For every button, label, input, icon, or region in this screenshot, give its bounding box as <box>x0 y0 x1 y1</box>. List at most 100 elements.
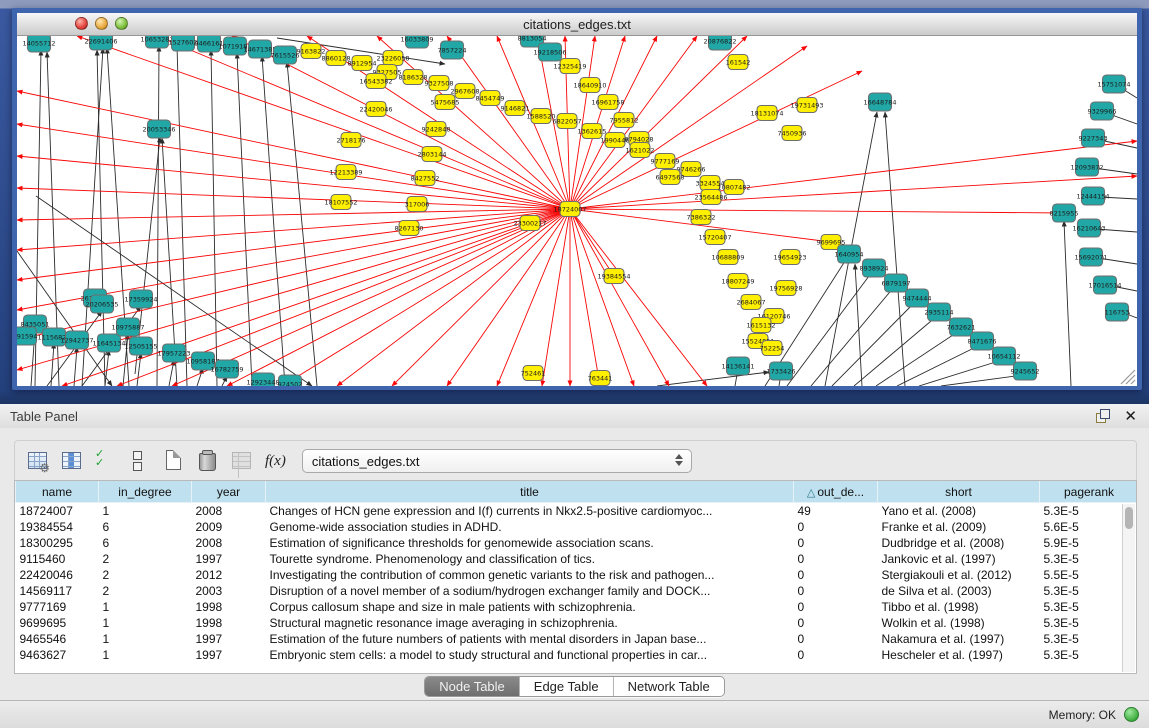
graph-node[interactable]: 8267130 <box>395 221 424 236</box>
graph-node[interactable]: 16210643 <box>1072 219 1105 237</box>
graph-node[interactable]: 7857224 <box>438 41 467 59</box>
column-header-name[interactable]: name <box>16 481 99 503</box>
close-window-icon[interactable] <box>75 17 88 30</box>
graph-node[interactable]: 17359924 <box>124 290 157 308</box>
node-table[interactable]: namein_degreeyeartitle△out_de...shortpag… <box>14 480 1137 674</box>
graph-node[interactable]: 8427552 <box>411 171 440 186</box>
graph-node[interactable]: 11645134 <box>92 334 125 352</box>
table-row[interactable]: 2242004622012Investigating the contribut… <box>16 567 1138 583</box>
graph-node[interactable]: 9329966 <box>1088 102 1117 120</box>
graph-node[interactable]: 1527602 <box>169 36 198 51</box>
graph-node[interactable]: 7386322 <box>687 210 716 225</box>
graph-node[interactable]: 16648784 <box>863 93 896 111</box>
graph-node[interactable]: 12505155 <box>124 337 157 355</box>
graph-node[interactable]: 2684067 <box>737 295 766 310</box>
table-row[interactable]: 1456911722003Disruption of a novel membe… <box>16 583 1138 599</box>
graph-node[interactable]: 7615526 <box>271 46 300 64</box>
network-view-window[interactable]: citations_edges.txt 14055712226914061065… <box>12 8 1142 390</box>
graph-node[interactable]: 1615132 <box>747 318 776 333</box>
graph-node[interactable]: 23564486 <box>694 190 727 205</box>
graph-node[interactable]: 161542 <box>726 55 751 70</box>
tab-network-table[interactable]: Network Table <box>614 677 724 696</box>
column-header-out_degree[interactable]: △out_de... <box>794 481 878 503</box>
table-row[interactable]: 946554611997Estimation of the future num… <box>16 631 1138 647</box>
graph-node[interactable]: 20206535 <box>85 295 118 313</box>
graph-node[interactable]: 12093872 <box>1070 158 1103 176</box>
graph-node[interactable]: 20876822 <box>703 36 736 50</box>
graph-node[interactable]: 18107552 <box>324 195 357 210</box>
graph-node[interactable]: 9245652 <box>1011 362 1040 380</box>
graph-node[interactable]: 1733426 <box>767 362 796 380</box>
graph-node[interactable]: 1588520 <box>527 109 556 124</box>
graph-node[interactable]: 752254 <box>760 341 785 356</box>
graph-node[interactable]: 18131074 <box>750 106 783 121</box>
table-row[interactable]: 1938455462009Genome-wide association stu… <box>16 519 1138 535</box>
select-all-columns-icon[interactable] <box>95 450 117 472</box>
column-header-pagerank[interactable]: pagerank <box>1040 481 1138 503</box>
table-selector-dropdown[interactable]: citations_edges.txt <box>302 449 692 473</box>
graph-node[interactable]: 23300217 <box>513 216 546 231</box>
graph-node[interactable]: 9777169 <box>651 154 680 169</box>
tab-edge-table[interactable]: Edge Table <box>520 677 614 696</box>
network-canvas[interactable]: 1405571222691406106532871527602946616110… <box>17 36 1137 386</box>
graph-node[interactable]: 19756928 <box>769 281 802 296</box>
graph-node[interactable]: 15751074 <box>1097 75 1130 93</box>
graph-node[interactable]: 8454749 <box>476 91 505 106</box>
graph-node[interactable]: 1621022 <box>626 143 655 158</box>
graph-node[interactable]: 18807249 <box>721 274 754 289</box>
graph-node[interactable]: 391594 <box>17 327 37 345</box>
column-header-in_degree[interactable]: in_degree <box>99 481 192 503</box>
graph-node[interactable]: 2935114 <box>925 303 954 321</box>
graph-node[interactable]: 6822057 <box>553 114 582 129</box>
column-header-year[interactable]: year <box>192 481 266 503</box>
graph-node[interactable]: 17016514 <box>1088 276 1121 294</box>
table-row[interactable]: 911546021997Tourette syndrome. Phenomeno… <box>16 551 1138 567</box>
graph-node[interactable]: 763441 <box>588 371 613 386</box>
graph-node[interactable]: 924502 <box>278 375 303 386</box>
memory-status-icon[interactable] <box>1124 707 1139 722</box>
graph-node[interactable]: 22691406 <box>84 36 117 50</box>
delete-column-icon[interactable] <box>197 450 219 472</box>
table-row[interactable]: 1830029562008Estimation of significance … <box>16 535 1138 551</box>
close-panel-icon[interactable]: ✕ <box>1124 409 1137 424</box>
graph-node[interactable]: 16961758 <box>591 95 624 110</box>
graph-node[interactable]: 10688809 <box>711 250 744 265</box>
show-columns-icon[interactable] <box>61 450 83 472</box>
graph-node[interactable]: 8860128 <box>322 51 351 66</box>
canvas-resize-grip-icon[interactable] <box>1121 370 1135 384</box>
table-scrollbar[interactable] <box>1122 504 1135 672</box>
graph-node[interactable]: 23226058 <box>376 51 409 66</box>
graph-node[interactable]: 14136141 <box>721 357 754 375</box>
graph-node[interactable]: 18640910 <box>573 78 606 93</box>
graph-node[interactable]: 317006 <box>405 197 430 212</box>
graph-node[interactable]: 9242848 <box>422 122 451 137</box>
graph-node[interactable]: 12213389 <box>329 165 362 180</box>
row-height-icon[interactable] <box>129 450 151 472</box>
graph-node[interactable]: 5475685 <box>431 95 460 110</box>
graph-node[interactable]: 7955812 <box>610 113 639 128</box>
graph-node[interactable]: 752461 <box>521 366 546 381</box>
network-graph[interactable]: 1405571222691406106532871527602946616110… <box>17 36 1137 386</box>
graph-node[interactable]: 7450936 <box>778 126 807 141</box>
graph-node[interactable]: 15692071 <box>1074 248 1107 266</box>
column-header-title[interactable]: title <box>266 481 794 503</box>
graph-node[interactable]: 19731493 <box>790 98 823 113</box>
minimize-window-icon[interactable] <box>95 17 108 30</box>
graph-node[interactable]: 9146821 <box>501 101 530 116</box>
table-row[interactable]: 977716911998Corpus callosum shape and si… <box>16 599 1138 615</box>
table-row[interactable]: 969969511998Structural magnetic resonanc… <box>16 615 1138 631</box>
graph-node[interactable]: 12942737 <box>60 331 93 349</box>
graph-node[interactable]: 2803144 <box>418 147 447 162</box>
network-window-titlebar[interactable]: citations_edges.txt <box>17 13 1137 36</box>
graph-node[interactable]: 9327508 <box>425 76 454 91</box>
graph-node[interactable]: 9227343 <box>1079 129 1108 147</box>
float-panel-icon[interactable] <box>1096 409 1110 423</box>
table-scrollbar-thumb[interactable] <box>1125 507 1133 529</box>
tab-node-table[interactable]: Node Table <box>425 677 520 696</box>
graph-node[interactable]: 12444154 <box>1076 187 1109 205</box>
maximize-window-icon[interactable] <box>115 17 128 30</box>
graph-node[interactable]: 8186328 <box>399 70 428 85</box>
graph-node[interactable]: 10975887 <box>111 318 144 336</box>
graph-node[interactable]: 8938924 <box>860 259 889 277</box>
graph-node[interactable]: 19654923 <box>773 250 806 265</box>
